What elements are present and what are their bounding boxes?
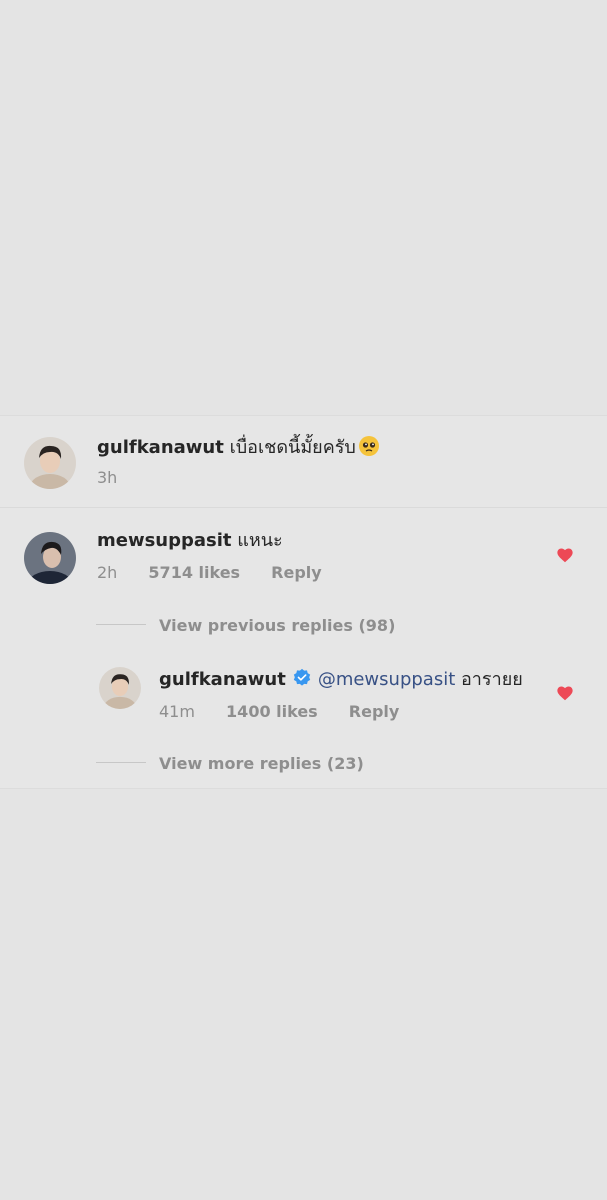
comments-section: gulfkanawut เบื่อเชดนี้มั้ยครับ 3h mewsu… xyxy=(0,415,607,789)
reply-likes[interactable]: 1400 likes xyxy=(226,702,318,721)
comment-time: 2h xyxy=(97,563,118,582)
caption-row: gulfkanawut เบื่อเชดนี้มั้ยครับ 3h xyxy=(0,416,607,508)
pleading-face-icon xyxy=(358,435,380,463)
reply-username[interactable]: gulfkanawut xyxy=(159,669,286,690)
view-more-replies-button[interactable]: View more replies (23) xyxy=(159,754,364,774)
avatar[interactable] xyxy=(99,667,141,709)
caption-meta: 3h xyxy=(97,468,143,488)
reply-text: gulfkanawut @mewsuppasit อารายย xyxy=(159,668,523,694)
reply-meta: 41m 1400 likes Reply xyxy=(159,702,425,722)
caption-username[interactable]: gulfkanawut xyxy=(97,437,224,458)
verified-badge-icon xyxy=(292,668,312,694)
reply-mention-link[interactable]: @mewsuppasit xyxy=(318,669,455,690)
comment-reply-button[interactable]: Reply xyxy=(271,563,322,582)
reply-body: อารายย xyxy=(461,669,523,690)
divider xyxy=(96,762,146,763)
heart-icon[interactable] xyxy=(556,685,574,701)
view-previous-replies-button[interactable]: View previous replies (98) xyxy=(159,616,395,636)
caption-body: เบื่อเชดนี้มั้ยครับ xyxy=(229,437,356,458)
avatar-photo xyxy=(24,532,76,584)
caption-text: gulfkanawut เบื่อเชดนี้มั้ยครับ xyxy=(97,435,380,463)
avatar[interactable] xyxy=(24,532,76,584)
comment-text: mewsuppasit แหนะ xyxy=(97,530,283,552)
heart-icon[interactable] xyxy=(556,547,574,563)
divider xyxy=(96,624,146,625)
avatar-photo xyxy=(99,667,141,709)
avatar-photo xyxy=(24,437,76,489)
comment-body: แหนะ xyxy=(237,530,283,551)
reply-time: 41m xyxy=(159,702,195,721)
comment-username[interactable]: mewsuppasit xyxy=(97,530,232,551)
caption-time: 3h xyxy=(97,468,118,487)
reply-reply-button[interactable]: Reply xyxy=(349,702,400,721)
comment-meta: 2h 5714 likes Reply xyxy=(97,563,348,583)
avatar[interactable] xyxy=(24,437,76,489)
comment-likes[interactable]: 5714 likes xyxy=(148,563,240,582)
